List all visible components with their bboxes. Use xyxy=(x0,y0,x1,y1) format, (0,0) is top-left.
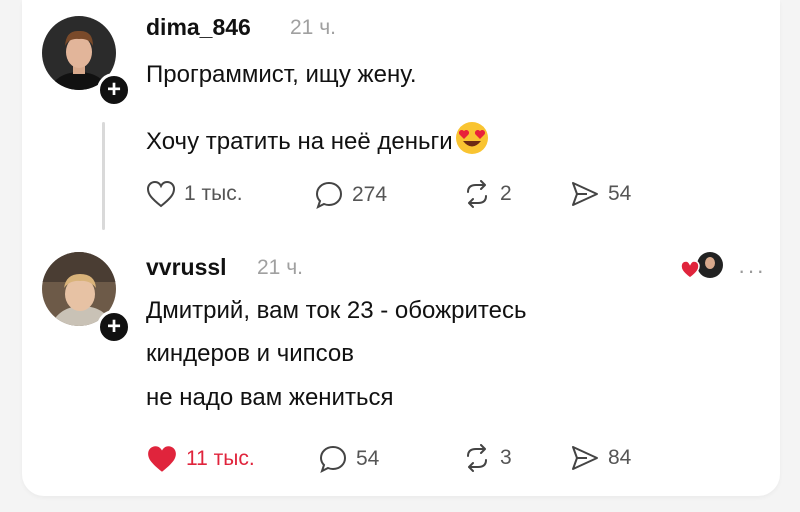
comment-text-line: Программист, ищу жену. xyxy=(146,61,417,88)
share-button[interactable]: 54 xyxy=(570,180,631,208)
comment-time: 21 ч. xyxy=(257,256,303,279)
comment-username[interactable]: vvrussl xyxy=(146,254,227,281)
comment-text-line: Хочу тратить на неё деньги xyxy=(146,121,489,156)
heart-eyes-emoji-icon xyxy=(455,122,488,154)
share-count: 84 xyxy=(608,446,632,469)
author-liked-indicator xyxy=(680,250,724,282)
comment-bubble-icon xyxy=(315,181,343,209)
thread-card: + dima_846 21 ч. Программист, ищу жену. … xyxy=(22,0,780,496)
repost-icon xyxy=(467,180,487,208)
repost-count: 3 xyxy=(500,446,512,469)
reply-button[interactable]: 274 xyxy=(314,180,387,210)
share-button[interactable]: 84 xyxy=(570,444,631,472)
like-button[interactable]: 1 тыс. xyxy=(146,180,243,208)
comment-text-line: киндеров и чипсов xyxy=(146,340,354,367)
like-button[interactable]: 11 тыс. xyxy=(146,444,255,474)
comment-username[interactable]: dima_846 xyxy=(146,14,251,41)
repost-button[interactable]: 3 xyxy=(462,444,512,472)
reply-button[interactable]: 54 xyxy=(318,444,379,474)
repost-icon xyxy=(467,444,487,472)
author-liked-icon xyxy=(680,252,723,279)
heart-icon xyxy=(146,180,176,208)
follow-plus-icon[interactable]: + xyxy=(97,73,131,107)
send-icon xyxy=(572,182,598,206)
comment-text-line: Дмитрий, вам ток 23 - обожритесь xyxy=(146,297,527,324)
comment-text-line: не надо вам жениться xyxy=(146,384,394,411)
like-count: 11 тыс. xyxy=(186,447,255,470)
reply-count: 54 xyxy=(356,447,380,470)
thread-line xyxy=(102,122,105,230)
comment-time: 21 ч. xyxy=(290,16,336,39)
comment-bubble-icon xyxy=(319,445,347,473)
heart-filled-icon xyxy=(148,446,176,472)
share-count: 54 xyxy=(608,182,632,205)
more-options-icon[interactable]: ··· xyxy=(738,258,766,284)
repost-button[interactable]: 2 xyxy=(462,180,512,208)
send-icon xyxy=(572,446,598,470)
repost-count: 2 xyxy=(500,182,512,205)
follow-plus-icon[interactable]: + xyxy=(97,310,131,344)
reply-count: 274 xyxy=(352,183,388,206)
like-count: 1 тыс. xyxy=(184,182,243,205)
